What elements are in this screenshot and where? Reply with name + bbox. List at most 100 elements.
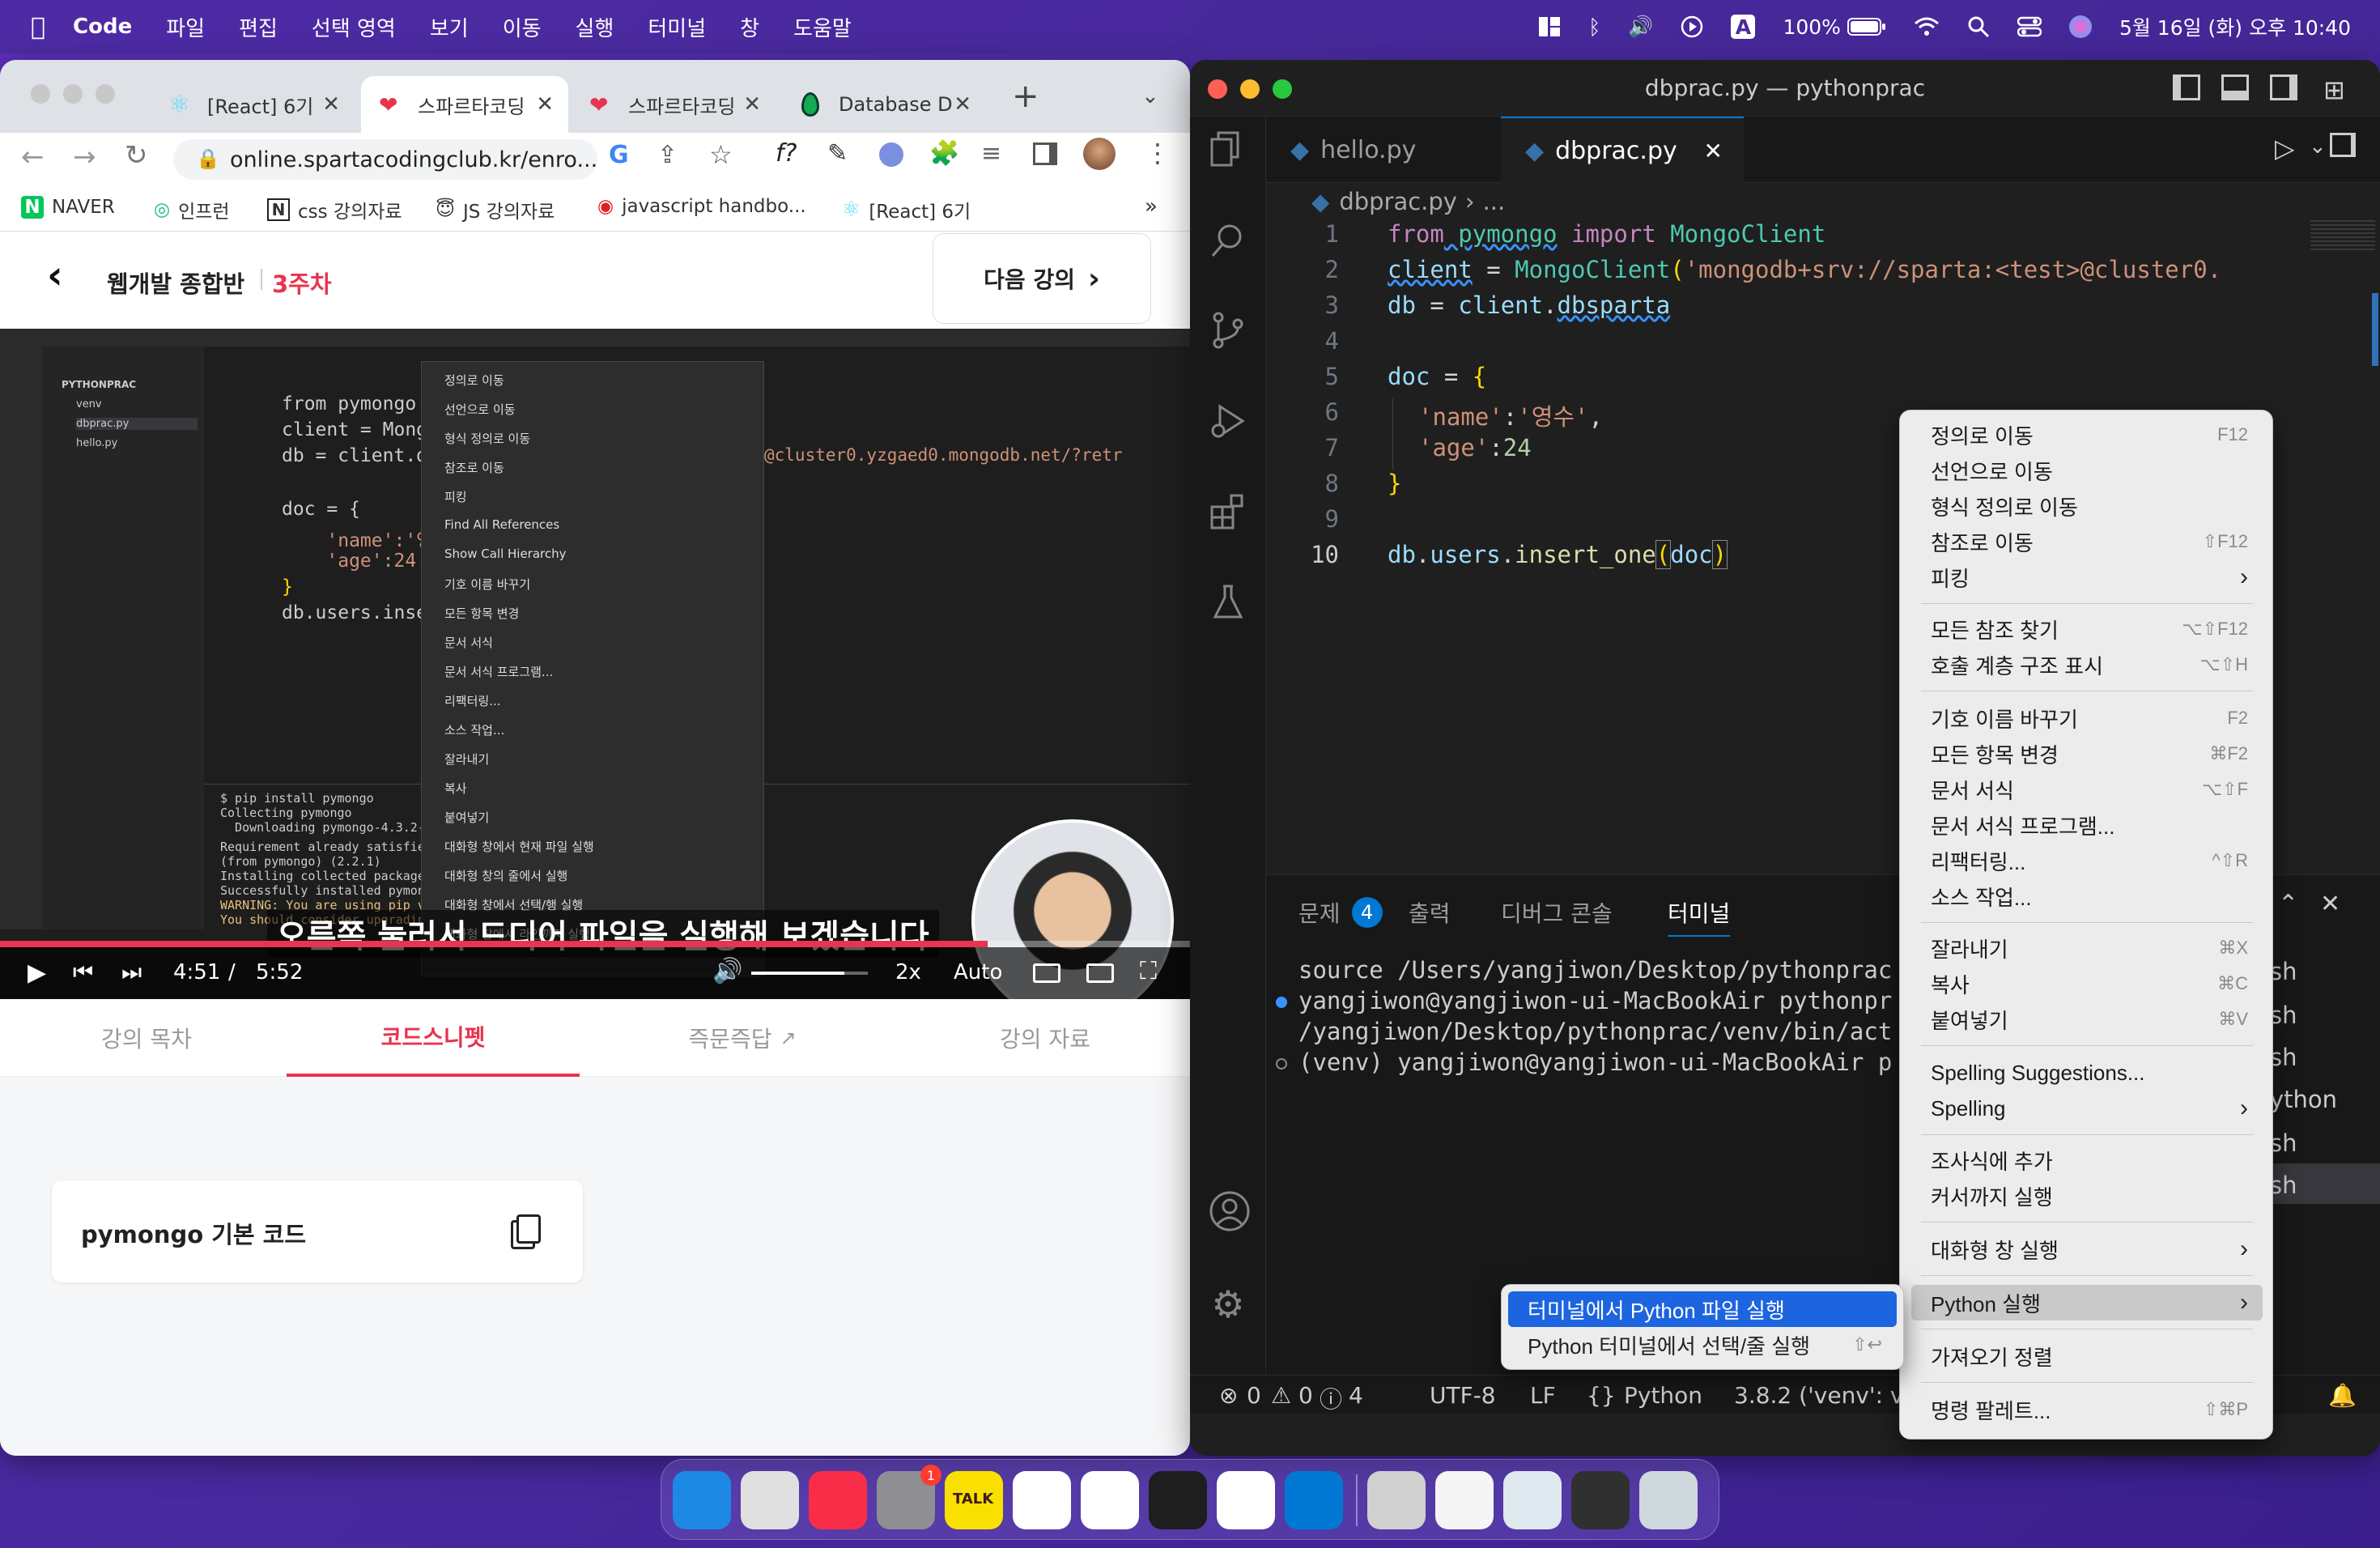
terminal-icon[interactable] <box>1149 1471 1207 1529</box>
menu-window[interactable]: 창 <box>740 12 759 42</box>
search-icon[interactable] <box>1209 220 1247 259</box>
notifications-bell-icon[interactable]: 🔔 <box>2328 1382 2357 1409</box>
terminal-list-item-active[interactable]: sh <box>2270 1163 2380 1204</box>
snippet-card[interactable]: pymongo 기본 코드 <box>52 1180 583 1282</box>
captions-icon[interactable] <box>1033 963 1060 983</box>
trash-icon[interactable] <box>1639 1471 1698 1529</box>
menu-run-interactive-window[interactable]: 대화형 창 실행 › <box>1911 1231 2263 1267</box>
apple-icon[interactable]:  <box>31 13 45 41</box>
menu-run-python-file-in-terminal[interactable]: 터미널에서 Python 파일 실행 <box>1508 1291 1897 1327</box>
menu-app-name[interactable]: Code <box>73 15 132 39</box>
breadcrumb-file[interactable]: dbprac.py <box>1339 188 1457 215</box>
next-lecture-button[interactable]: 다음 강의 › <box>933 233 1151 324</box>
settings-gear-icon[interactable]: ⚙ <box>1209 1282 1247 1326</box>
control-center-icon[interactable] <box>2017 16 2042 37</box>
menu-go-to-type-definition[interactable]: 형식 정의로 이동 <box>1911 488 2263 524</box>
minimap[interactable] <box>2310 220 2375 253</box>
menu-go-to-references[interactable]: 참조로 이동 ⇧F12 <box>1911 524 2263 559</box>
menu-find-all-references[interactable]: 모든 참조 찾기 ⌥⇧F12 <box>1911 611 2263 647</box>
menu-cut[interactable]: 잘라내기 ⌘X <box>1911 930 2263 966</box>
run-dropdown-icon[interactable]: ⌄ <box>2309 134 2327 159</box>
close-tab-icon[interactable]: ✕ <box>743 92 761 117</box>
errors-icon[interactable]: ⊗ <box>1219 1382 1238 1409</box>
window-icon[interactable] <box>1503 1471 1562 1529</box>
testing-flask-icon[interactable] <box>1209 583 1247 622</box>
wifi-icon[interactable] <box>1914 16 1940 37</box>
battery-icon[interactable] <box>1847 17 1886 36</box>
python-interpreter[interactable]: 3.8.2 ('venv': v <box>1734 1382 1903 1409</box>
bookmark-js-handbook[interactable]: ◉ javascript handbo... <box>597 196 806 217</box>
menu-run-python[interactable]: Python 실행 › <box>1911 1285 2263 1320</box>
breadcrumb-more[interactable]: ... <box>1483 188 1506 215</box>
tab-dbprac-py[interactable]: ◆ dbprac.py ✕ <box>1501 117 1744 183</box>
menu-format-document[interactable]: 문서 서식 ⌥⇧F <box>1911 772 2263 807</box>
info-count[interactable]: 4 <box>1349 1382 1363 1409</box>
language-braces-icon[interactable]: {} <box>1587 1382 1616 1409</box>
menu-spelling[interactable]: Spelling › <box>1911 1091 2263 1126</box>
tab-terminal[interactable]: 터미널 <box>1668 896 1731 937</box>
terminal-list-item[interactable]: ython <box>2270 1086 2337 1113</box>
menu-edit[interactable]: 편집 <box>239 12 278 42</box>
finder-icon[interactable] <box>673 1471 731 1529</box>
warning-icon[interactable]: ⚠ <box>1271 1382 1291 1409</box>
tab-problems[interactable]: 문제 4 <box>1298 896 1383 929</box>
new-tab-button[interactable]: + <box>1012 78 1039 115</box>
system-settings-icon[interactable]: 1 <box>877 1465 941 1529</box>
bookmark-js[interactable]: 😇 JS 강의자료 <box>436 196 555 223</box>
speed-button[interactable]: 2x <box>895 960 921 985</box>
window-layout-icon[interactable] <box>1538 16 1561 37</box>
reload-icon[interactable]: ↻ <box>125 139 148 172</box>
menu-source-action[interactable]: 소스 작업... <box>1911 878 2263 914</box>
vscode-icon[interactable] <box>1285 1471 1343 1529</box>
next-icon[interactable]: ⏭ <box>121 959 142 986</box>
menu-paste[interactable]: 붙여넣기 ⌘V <box>1911 1002 2263 1037</box>
music-icon[interactable] <box>809 1471 867 1529</box>
siri-icon[interactable] <box>2068 15 2092 38</box>
doc-icon[interactable] <box>1435 1471 1494 1529</box>
play-icon[interactable]: ▶ <box>28 959 46 987</box>
minimize-window-button[interactable] <box>1240 79 1260 99</box>
terminal-list-item[interactable]: sh <box>2270 1002 2297 1029</box>
bookmark-star-icon[interactable]: ☆ <box>709 139 733 170</box>
address-bar[interactable]: 🔒 online.spartacodingclub.kr/enro... <box>173 139 597 180</box>
forward-icon[interactable]: → <box>73 141 96 173</box>
menu-format-document-with[interactable]: 문서 서식 프로그램... <box>1911 807 2263 843</box>
lecture-video[interactable]: PYTHONPRAC venv dbprac.py hello.py from … <box>0 329 1190 999</box>
more-bookmarks-icon[interactable]: » <box>1145 194 1158 219</box>
menu-refactor[interactable]: 리팩터링... ^⇧R <box>1911 843 2263 878</box>
menu-sort-imports[interactable]: 가져오기 정렬 <box>1911 1338 2263 1374</box>
encoding[interactable]: UTF-8 <box>1430 1382 1496 1409</box>
bookmark-naver[interactable]: N NAVER <box>21 196 115 219</box>
tab-qna[interactable]: 즉문즉답 ↗ <box>596 999 889 1077</box>
menu-add-to-watch[interactable]: 조사식에 추가 <box>1911 1142 2263 1178</box>
side-panel-icon[interactable] <box>1033 142 1057 165</box>
toggle-panel-icon[interactable] <box>2221 74 2249 100</box>
chrome-menu-icon[interactable]: ⋮ <box>1145 138 1171 168</box>
menu-copy[interactable]: 복사 ⌘C <box>1911 966 2263 1002</box>
extensions-icon[interactable] <box>1209 492 1247 531</box>
video-progress-track[interactable] <box>0 941 1190 947</box>
profile-avatar[interactable] <box>1083 138 1116 170</box>
menu-change-all-occurrences[interactable]: 모든 항목 변경 ⌘F2 <box>1911 736 2263 772</box>
menu-terminal[interactable]: 터미널 <box>648 12 706 42</box>
close-tab-icon[interactable]: ✕ <box>1704 138 1723 164</box>
info-icon[interactable]: ⓘ <box>1320 1382 1342 1414</box>
bookmark-react[interactable]: ⚛ [React] 6기 <box>842 196 971 223</box>
terminal-list-item[interactable]: sh <box>2270 1044 2297 1071</box>
toggle-secondary-sidebar-icon[interactable] <box>2270 74 2297 100</box>
menu-run-selection-in-python-terminal[interactable]: Python 터미널에서 선택/줄 실행 ⇧↩ <box>1508 1327 1897 1363</box>
copy-icon[interactable] <box>516 1214 541 1244</box>
tab-materials[interactable]: 강의 자료 <box>899 999 1190 1077</box>
zoom-window-button[interactable] <box>1273 79 1292 99</box>
pip-icon[interactable] <box>1086 963 1114 983</box>
explorer-icon[interactable] <box>1209 130 1247 168</box>
bluetooth-icon[interactable]: ᛒ <box>1588 15 1600 39</box>
chrome-window-icon[interactable] <box>1571 1471 1630 1529</box>
quality-button[interactable]: Auto <box>954 960 1002 985</box>
close-tab-icon[interactable]: ✕ <box>536 92 554 117</box>
menu-run[interactable]: 실행 <box>576 12 614 42</box>
tab-hello-py[interactable]: ◆ hello.py <box>1266 117 1501 183</box>
google-icon[interactable]: G <box>609 141 629 169</box>
split-editor-icon[interactable] <box>2330 133 2356 157</box>
run-debug-icon[interactable] <box>1209 402 1247 440</box>
